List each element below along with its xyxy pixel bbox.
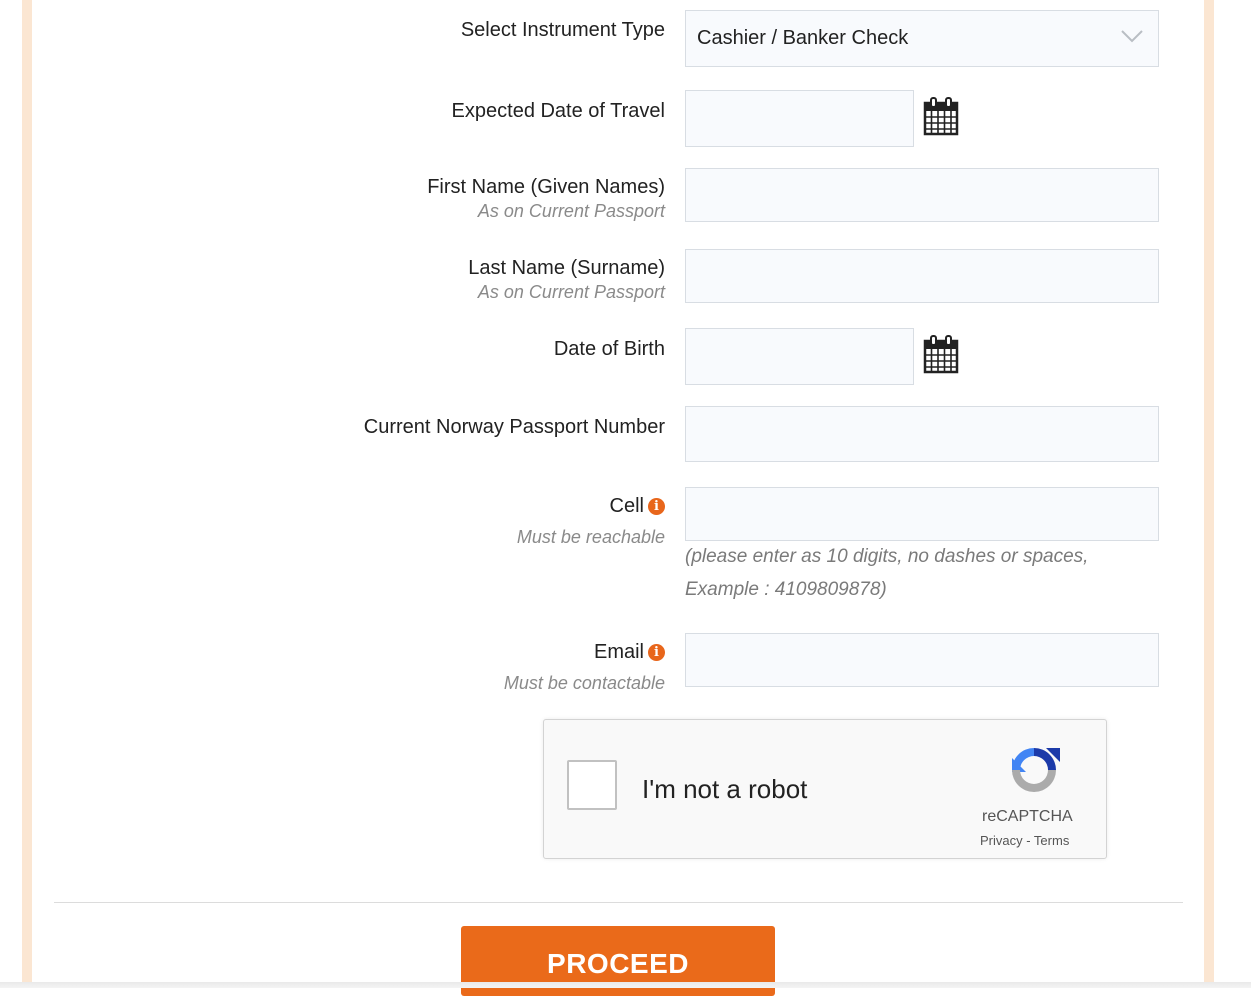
recaptcha-privacy-terms-link[interactable]: Privacy - Terms (980, 833, 1069, 848)
last-name-sublabel: As on Current Passport (477, 282, 665, 302)
first-name-input[interactable] (685, 168, 1159, 222)
last-name-input[interactable] (685, 249, 1159, 303)
instrument-type-label: Select Instrument Type (460, 19, 665, 41)
instrument-type-select[interactable]: Cashier / Banker Check (685, 10, 1159, 67)
cell-label: Cell (609, 495, 644, 517)
first-name-sublabel: As on Current Passport (477, 201, 665, 221)
page-border-right (1204, 0, 1214, 988)
section-divider (54, 902, 1183, 903)
chevron-down-icon (1121, 30, 1143, 43)
cell-hint-line1: (please enter as 10 digits, no dashes or… (685, 546, 1089, 567)
email-label-row: Email i (594, 641, 665, 664)
dob-label: Date of Birth (553, 338, 665, 360)
recaptcha-widget: I'm not a robot reCAPTCHA Privacy - Term… (543, 719, 1107, 859)
cell-label-row: Cell i (610, 495, 665, 518)
calendar-icon[interactable] (922, 334, 960, 374)
calendar-icon[interactable] (922, 96, 960, 136)
travel-date-label: Expected Date of Travel (451, 100, 665, 122)
recaptcha-logo-icon (1012, 748, 1060, 792)
recaptcha-checkbox[interactable] (567, 760, 617, 810)
recaptcha-label: I'm not a robot (642, 774, 808, 804)
cell-sublabel: Must be reachable (516, 527, 665, 547)
passport-number-label: Current Norway Passport Number (363, 416, 665, 438)
bottom-shadow (0, 982, 1251, 988)
recaptcha-brand: reCAPTCHA (982, 808, 1073, 825)
first-name-label: First Name (Given Names) (427, 176, 665, 198)
dob-input[interactable] (685, 328, 914, 385)
email-sublabel: Must be contactable (503, 673, 665, 693)
info-icon[interactable]: i (648, 498, 665, 515)
page-border-left (22, 0, 32, 988)
email-label: Email (593, 641, 644, 663)
info-icon[interactable]: i (648, 644, 665, 661)
cell-input[interactable] (685, 487, 1159, 541)
travel-date-input[interactable] (685, 90, 914, 147)
cell-hint-line2: Example : 4109809878) (685, 579, 887, 600)
instrument-type-value: Cashier / Banker Check (697, 27, 909, 49)
passport-number-input[interactable] (685, 406, 1159, 462)
last-name-label: Last Name (Surname) (468, 257, 665, 279)
email-input[interactable] (685, 633, 1159, 687)
